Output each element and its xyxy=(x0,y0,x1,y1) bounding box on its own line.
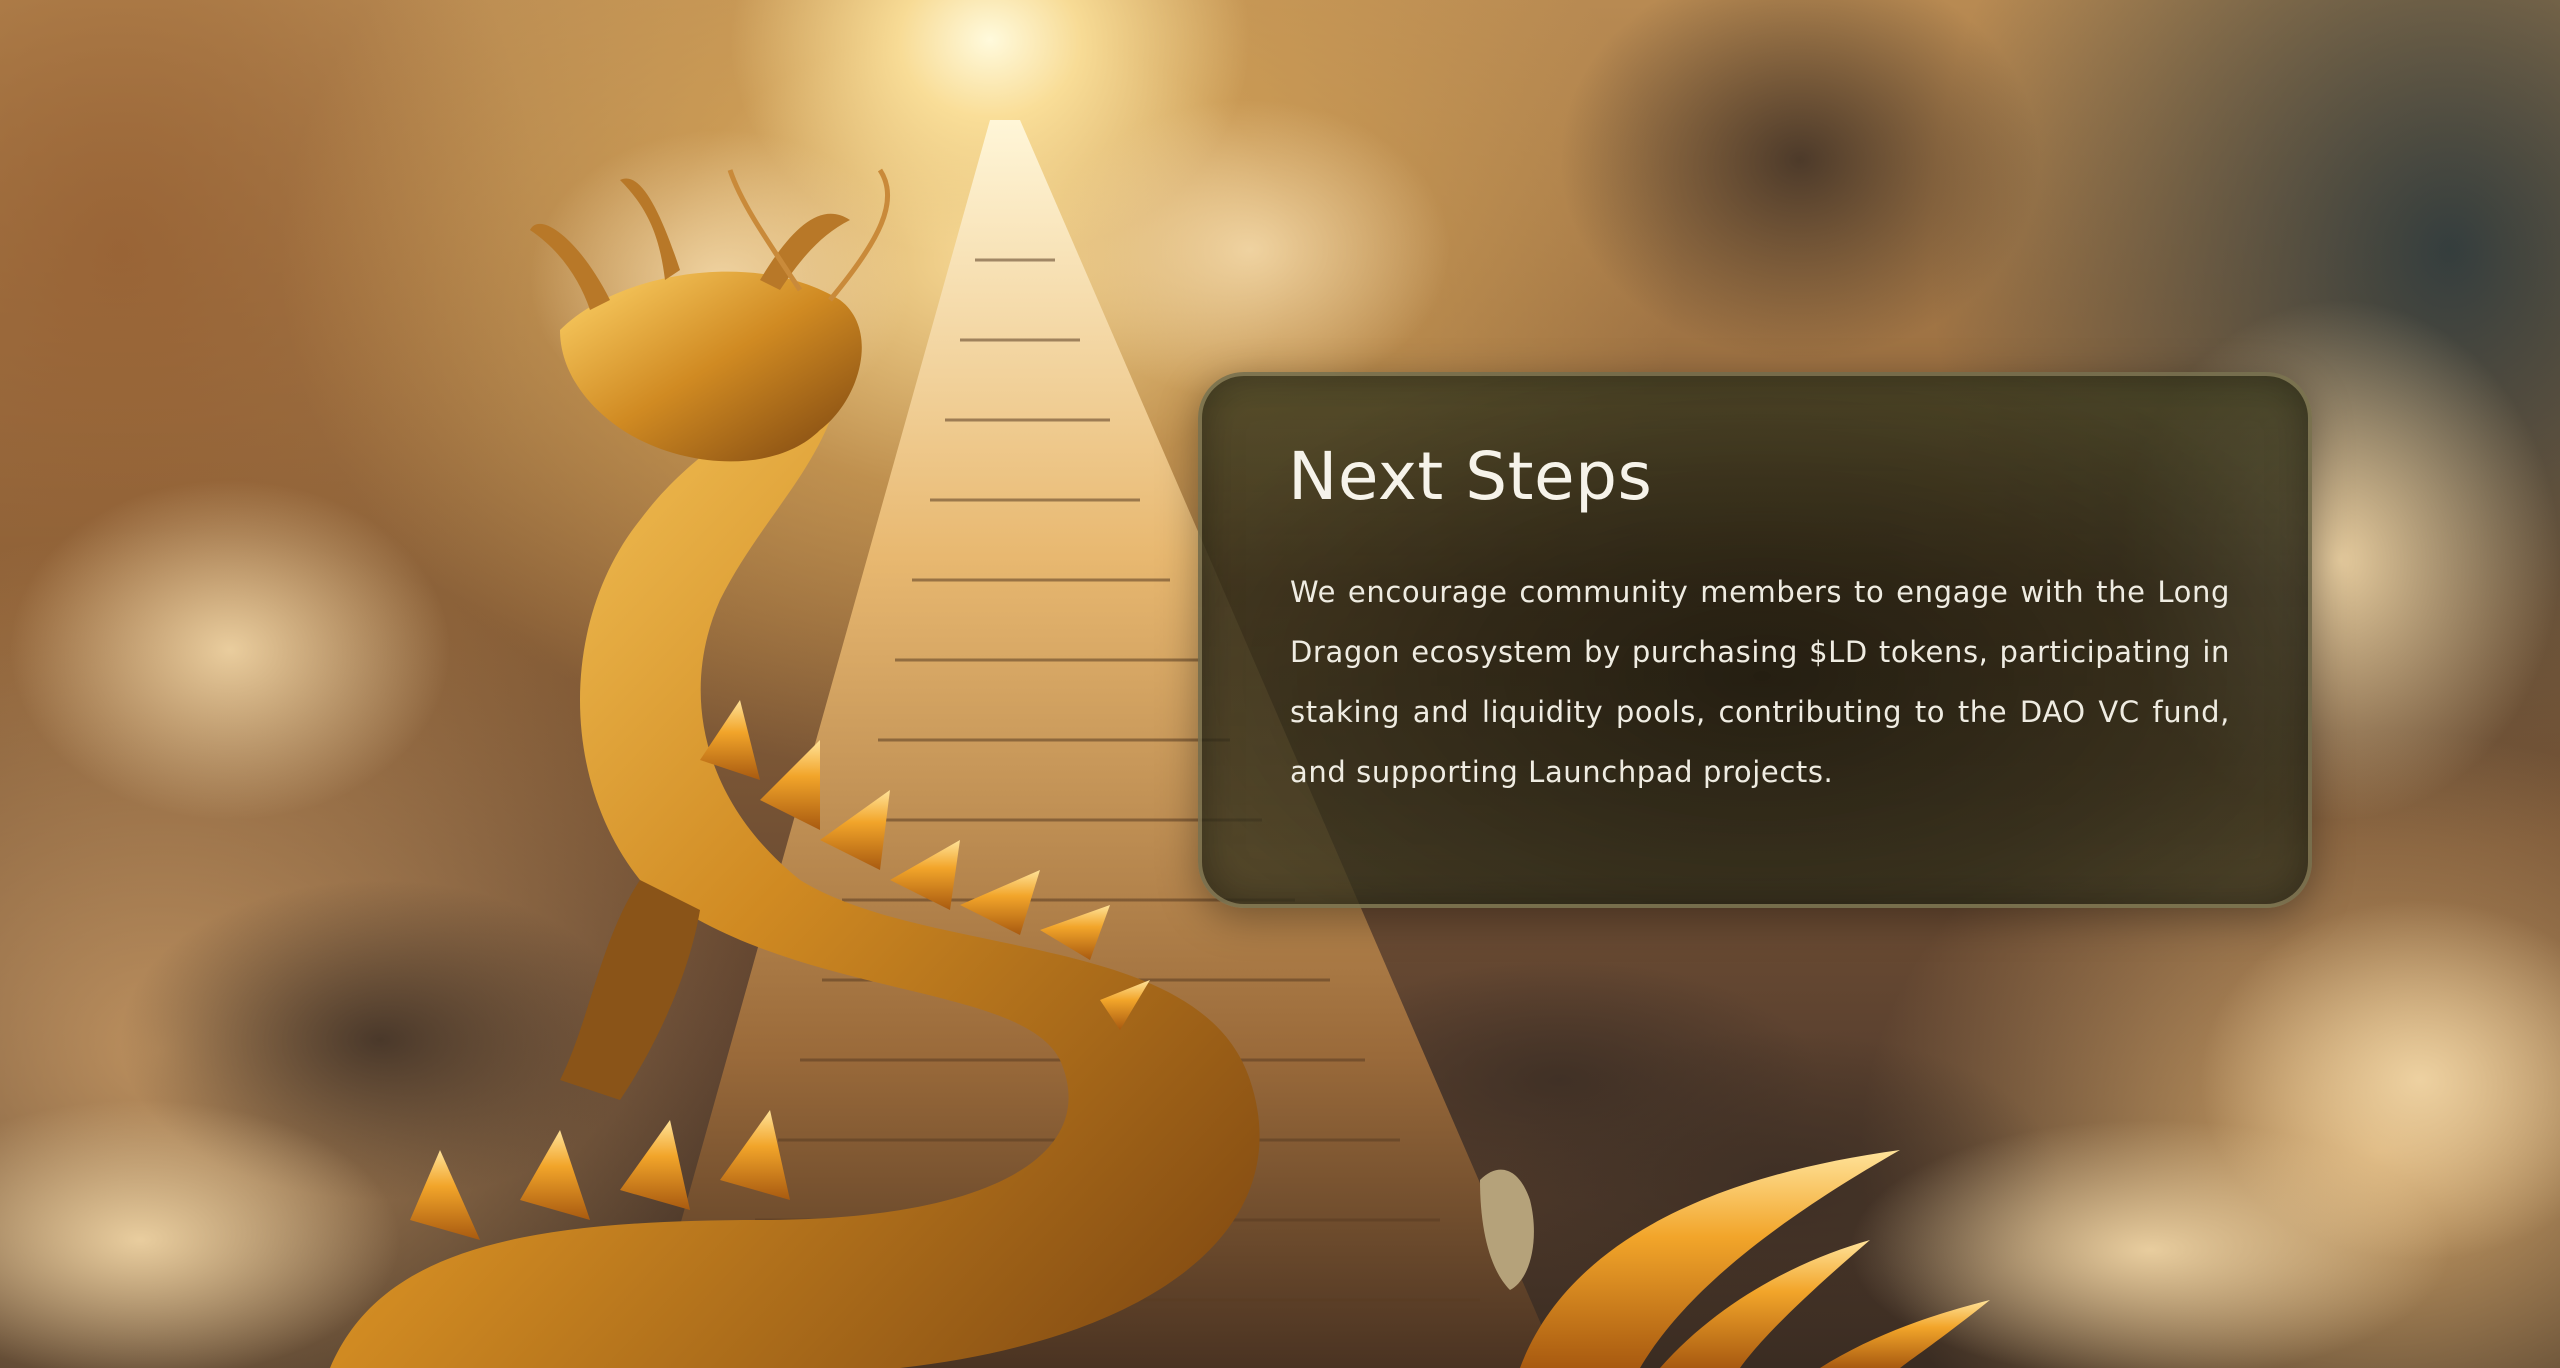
next-steps-heading: Next Steps xyxy=(1288,438,1653,515)
next-steps-description: We encourage community members to engage… xyxy=(1290,575,2230,789)
slide: Next Steps We encourage community member… xyxy=(0,0,2560,1368)
next-steps-card: Next Steps We encourage community member… xyxy=(1198,372,2312,908)
